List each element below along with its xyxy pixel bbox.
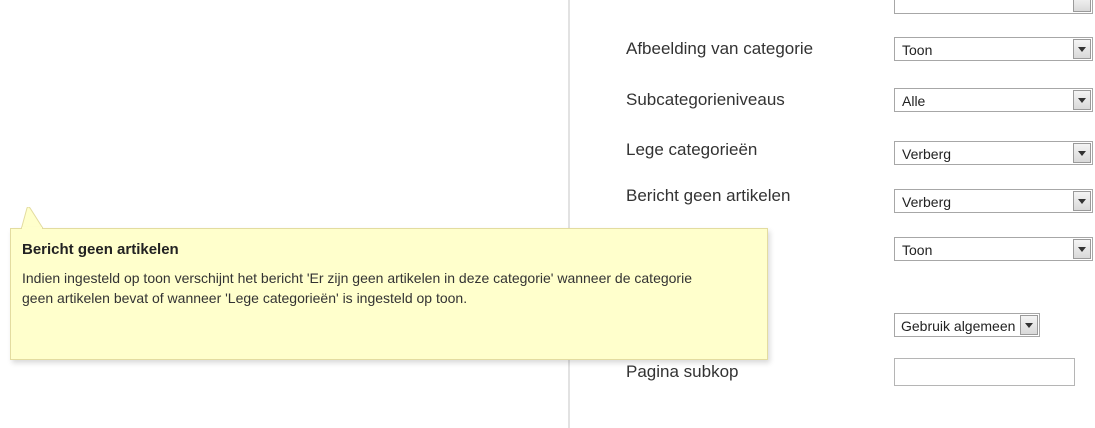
label-category-image: Afbeelding van categorie (626, 39, 814, 58)
chevron-down-icon[interactable] (1073, 0, 1091, 12)
select-empty-categories[interactable]: Verberg (894, 141, 1093, 165)
label-empty-categories: Lege categorieën (626, 140, 758, 159)
tooltip-seam (22, 227, 42, 230)
page-subheading-input[interactable] (894, 358, 1075, 386)
select-category-image[interactable]: Toon (894, 37, 1093, 61)
select-subcategory-levels[interactable]: Alle (894, 88, 1093, 112)
label-subcategory-levels: Subcategorieniveaus (626, 90, 785, 109)
panel-divider (568, 0, 570, 428)
help-tooltip: Bericht geen artikelen Indien ingesteld … (10, 228, 768, 360)
chevron-down-icon[interactable] (1073, 143, 1091, 163)
chevron-down-icon[interactable] (1073, 239, 1091, 259)
tooltip-text: Indien ingesteld op toon verschijnt het … (22, 270, 692, 306)
select-no-articles-message[interactable]: Verberg (894, 189, 1093, 213)
select-row-5[interactable]: Toon (894, 237, 1093, 261)
select-value: Gebruik algemeen (901, 318, 1016, 334)
label-page-subheading: Pagina subkop (626, 362, 739, 381)
label-no-articles-message: Bericht geen artikelen (626, 186, 791, 205)
chevron-down-icon[interactable] (1073, 191, 1091, 211)
select-value: Toon (902, 42, 933, 58)
select-partial-top[interactable] (894, 0, 1093, 14)
chevron-down-icon[interactable] (1073, 39, 1091, 59)
select-value: Alle (902, 93, 926, 109)
select-value: Toon (902, 242, 933, 258)
chevron-down-icon[interactable] (1073, 90, 1091, 110)
select-row-6[interactable]: Gebruik algemeen (894, 313, 1040, 337)
chevron-down-icon[interactable] (1020, 315, 1038, 335)
select-value: Verberg (902, 194, 952, 210)
select-value: Verberg (902, 146, 952, 162)
tooltip-title: Bericht geen artikelen (22, 241, 179, 258)
